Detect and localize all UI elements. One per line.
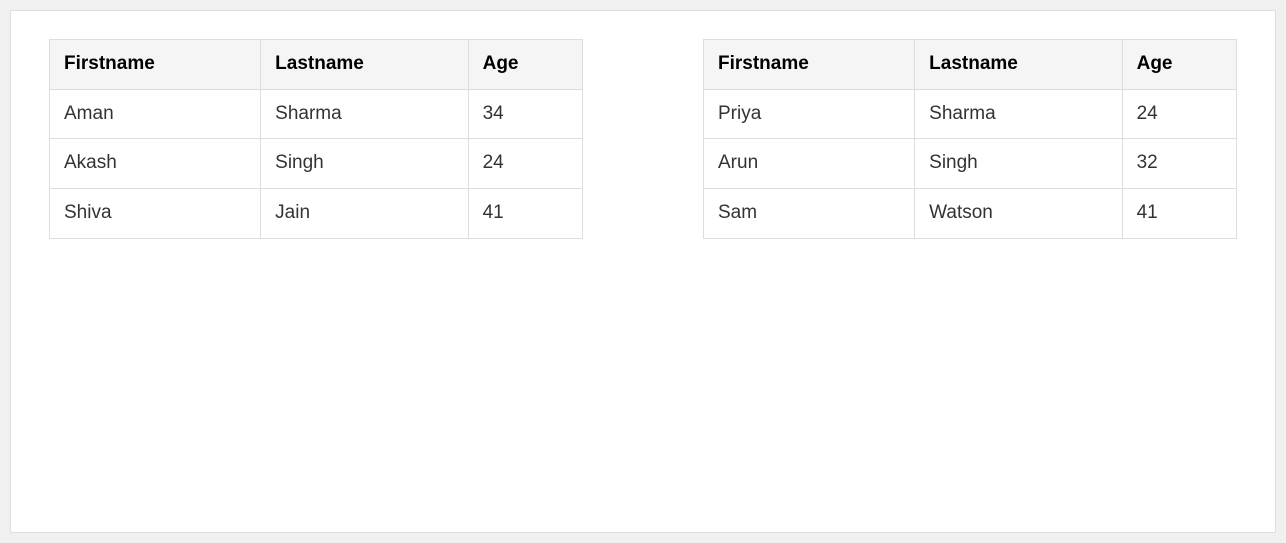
cell-age: 24 [468, 139, 582, 189]
cell-lastname: Sharma [261, 89, 468, 139]
table-column-right: Firstname Lastname Age Priya Sharma 24 A… [703, 39, 1237, 239]
table-column-left: Firstname Lastname Age Aman Sharma 34 Ak… [49, 39, 583, 239]
cell-firstname: Aman [50, 89, 261, 139]
table-row: Shiva Jain 41 [50, 189, 583, 239]
table-header-row: Firstname Lastname Age [50, 40, 583, 90]
cell-age: 34 [468, 89, 582, 139]
cell-firstname: Sam [704, 189, 915, 239]
cell-lastname: Jain [261, 189, 468, 239]
cell-age: 24 [1122, 89, 1236, 139]
column-header-firstname: Firstname [704, 40, 915, 90]
column-header-age: Age [468, 40, 582, 90]
cell-age: 32 [1122, 139, 1236, 189]
table-row: Akash Singh 24 [50, 139, 583, 189]
cell-age: 41 [1122, 189, 1236, 239]
content-panel: Firstname Lastname Age Aman Sharma 34 Ak… [10, 10, 1276, 533]
cell-lastname: Singh [261, 139, 468, 189]
table-row: Aman Sharma 34 [50, 89, 583, 139]
cell-firstname: Arun [704, 139, 915, 189]
cell-firstname: Akash [50, 139, 261, 189]
table-row: Sam Watson 41 [704, 189, 1237, 239]
column-header-age: Age [1122, 40, 1236, 90]
table-row: Priya Sharma 24 [704, 89, 1237, 139]
cell-lastname: Sharma [915, 89, 1122, 139]
column-header-lastname: Lastname [261, 40, 468, 90]
column-header-firstname: Firstname [50, 40, 261, 90]
table-row-container: Firstname Lastname Age Aman Sharma 34 Ak… [49, 39, 1237, 239]
cell-lastname: Singh [915, 139, 1122, 189]
cell-age: 41 [468, 189, 582, 239]
table-row: Arun Singh 32 [704, 139, 1237, 189]
column-header-lastname: Lastname [915, 40, 1122, 90]
cell-lastname: Watson [915, 189, 1122, 239]
data-table-left: Firstname Lastname Age Aman Sharma 34 Ak… [49, 39, 583, 239]
data-table-right: Firstname Lastname Age Priya Sharma 24 A… [703, 39, 1237, 239]
cell-firstname: Priya [704, 89, 915, 139]
table-header-row: Firstname Lastname Age [704, 40, 1237, 90]
cell-firstname: Shiva [50, 189, 261, 239]
